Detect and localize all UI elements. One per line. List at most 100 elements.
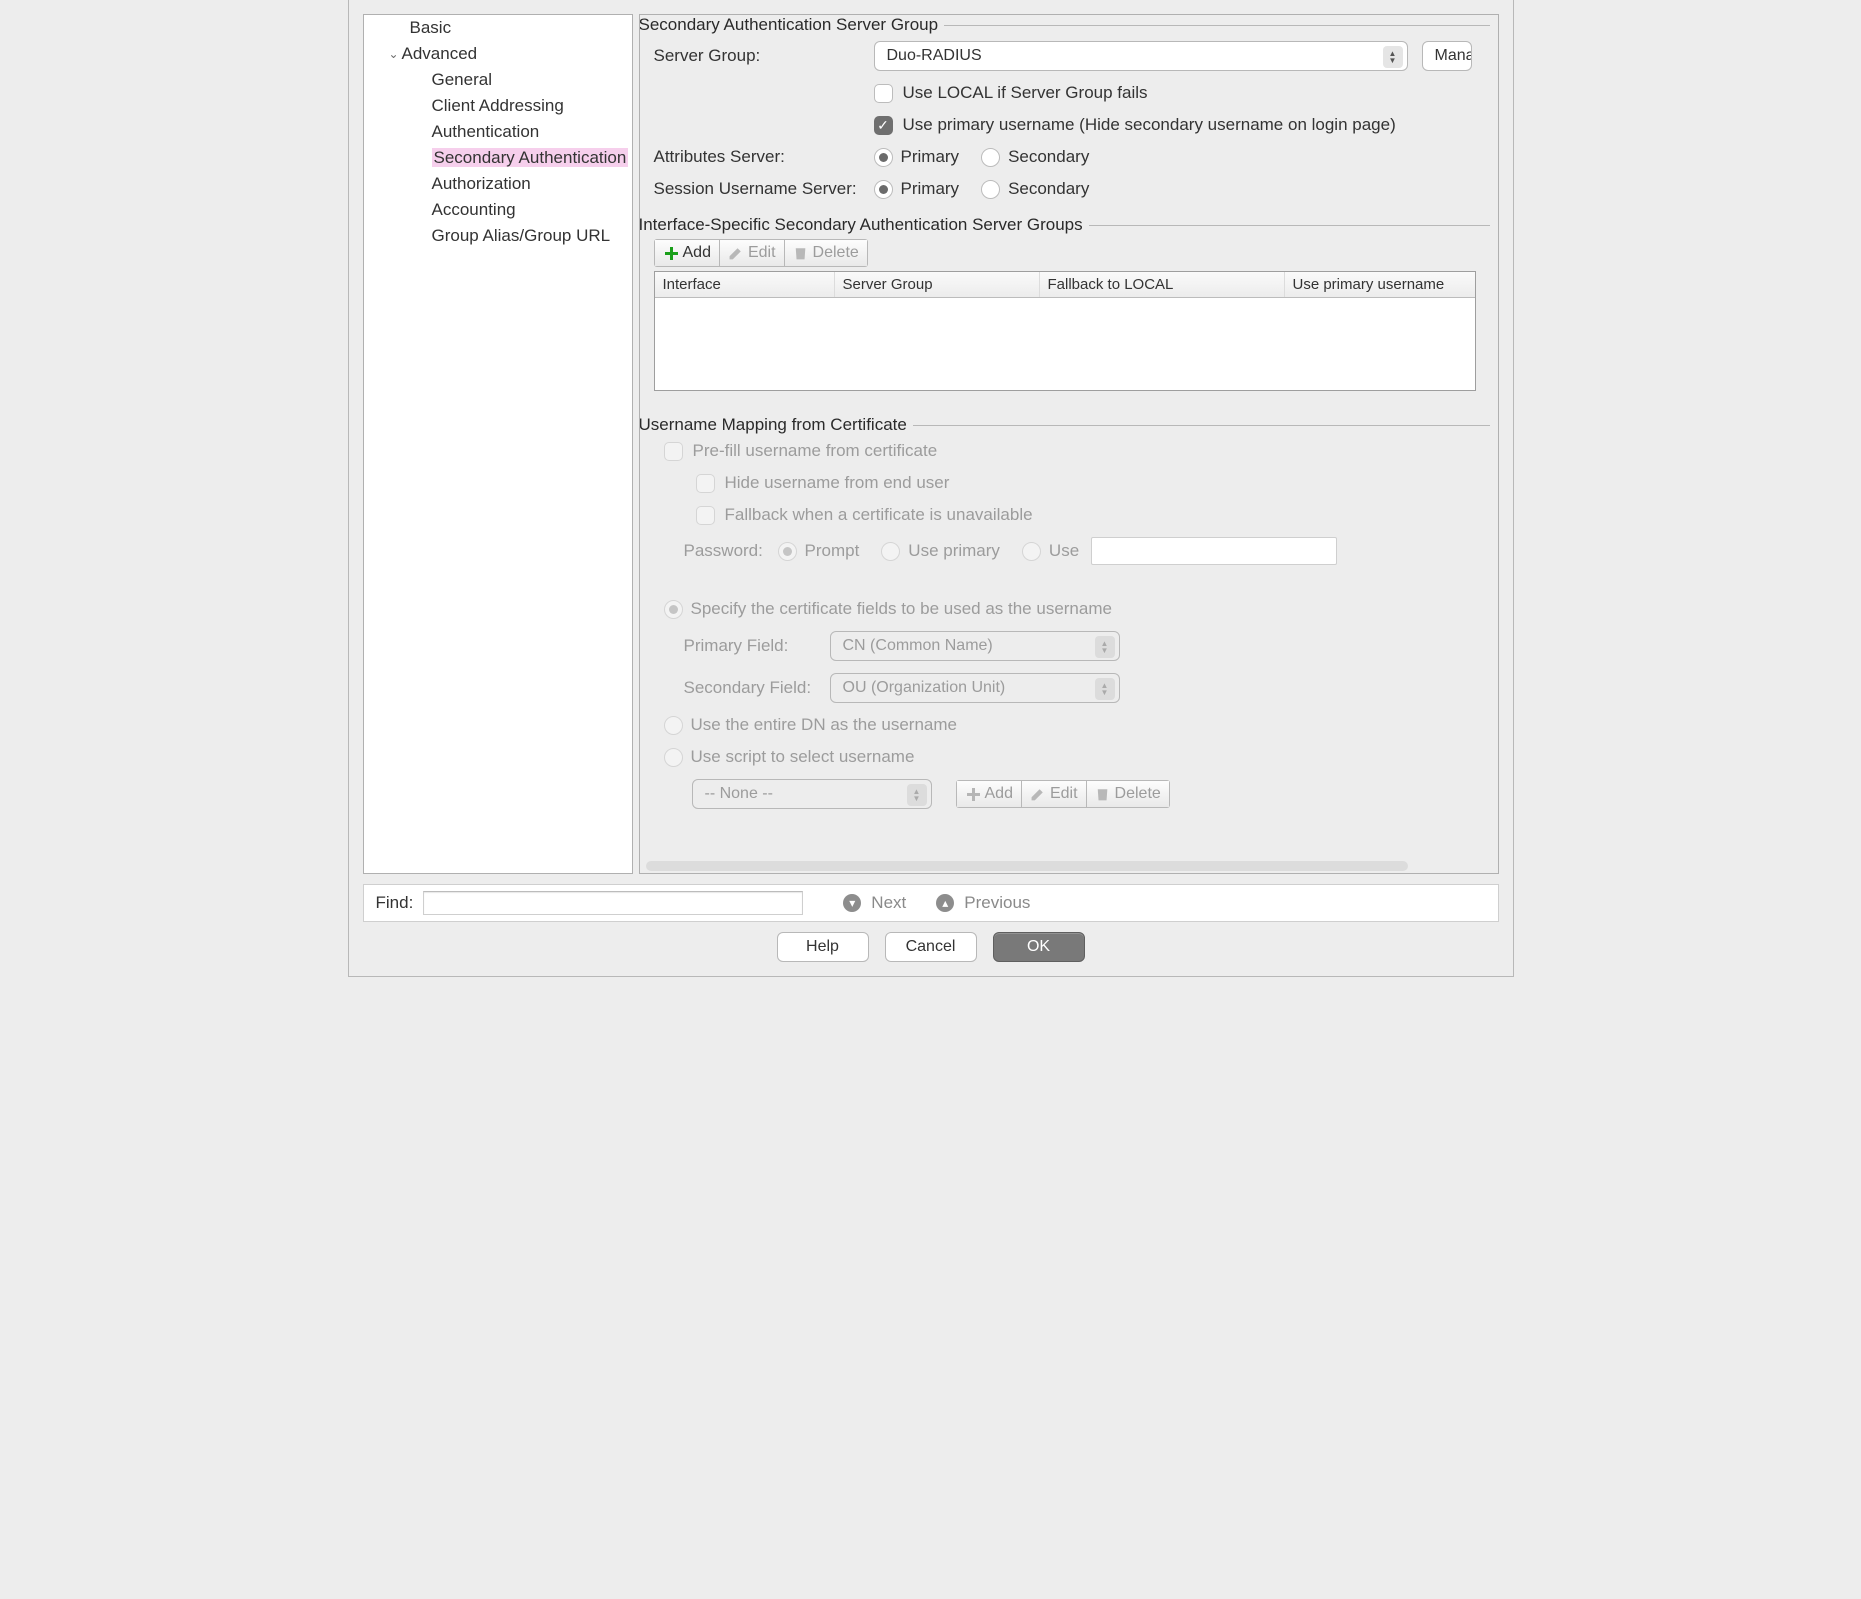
- sidebar-item-group-alias[interactable]: Group Alias/Group URL: [364, 223, 632, 249]
- horizontal-scrollbar[interactable]: [646, 861, 1408, 871]
- cancel-button-label: Cancel: [906, 938, 956, 956]
- sidebar-item-accounting[interactable]: Accounting: [364, 197, 632, 223]
- footer-buttons: Help Cancel OK: [349, 932, 1513, 976]
- trash-icon: [793, 245, 809, 261]
- find-bar: Find: ▾ Next ▴ Previous: [363, 884, 1499, 922]
- use-primary-username-label: Use primary username (Hide secondary use…: [903, 115, 1396, 135]
- ok-button[interactable]: OK: [993, 932, 1085, 962]
- use-local-label: Use LOCAL if Server Group fails: [903, 83, 1148, 103]
- sidebar-item-authorization[interactable]: Authorization: [364, 171, 632, 197]
- edit-button: Edit: [720, 239, 785, 267]
- help-button[interactable]: Help: [777, 932, 869, 962]
- interface-table: Interface Server Group Fallback to LOCAL…: [654, 271, 1476, 391]
- section-title: Username Mapping from Certificate: [639, 415, 913, 435]
- password-prompt-radio: [778, 542, 797, 561]
- script-select-combo: -- None -- ▲▼: [692, 779, 932, 809]
- section-title: Secondary Authentication Server Group: [639, 15, 945, 35]
- interface-toolbar: Add Edit Delete: [654, 239, 868, 267]
- server-group-combo[interactable]: Duo-RADIUS ▲▼: [874, 41, 1408, 71]
- server-group-value: Duo-RADIUS: [887, 47, 982, 65]
- script-delete-button: Delete: [1087, 780, 1170, 808]
- chevron-updown-icon: ▲▼: [1383, 46, 1403, 68]
- password-useprimary-radio: [881, 542, 900, 561]
- script-edit-button: Edit: [1022, 780, 1087, 808]
- primary-field-label: Primary Field:: [684, 636, 830, 656]
- password-use-label: Use: [1049, 541, 1079, 561]
- session-username-secondary-radio[interactable]: [981, 180, 1000, 199]
- col-server-group[interactable]: Server Group: [835, 272, 1040, 297]
- password-use-radio: [1022, 542, 1041, 561]
- chevron-updown-icon: ▲▼: [1095, 678, 1115, 700]
- password-useprimary-label: Use primary: [908, 541, 1000, 561]
- dialog-window: Basic ⌄Advanced General Client Addressin…: [348, 0, 1514, 977]
- col-interface[interactable]: Interface: [655, 272, 835, 297]
- primary-field-value: CN (Common Name): [843, 637, 993, 655]
- script-select-value: -- None --: [705, 785, 773, 803]
- session-username-server-label: Session Username Server:: [654, 179, 874, 199]
- secondary-field-label: Secondary Field:: [684, 678, 830, 698]
- secondary-field-value: OU (Organization Unit): [843, 679, 1006, 697]
- password-prompt-label: Prompt: [805, 541, 860, 561]
- use-dn-label: Use the entire DN as the username: [691, 715, 957, 735]
- previous-label[interactable]: Previous: [964, 893, 1030, 913]
- pencil-icon: [728, 245, 744, 261]
- ok-button-label: OK: [1027, 938, 1050, 956]
- attributes-server-secondary-label: Secondary: [1008, 147, 1089, 167]
- use-script-radio: [664, 748, 683, 767]
- prefill-username-label: Pre-fill username from certificate: [693, 441, 938, 461]
- sidebar-item-general[interactable]: General: [364, 67, 632, 93]
- plus-icon: [965, 786, 981, 802]
- table-body: [655, 298, 1475, 390]
- find-input[interactable]: [423, 891, 803, 915]
- use-local-checkbox[interactable]: [874, 84, 893, 103]
- col-fallback[interactable]: Fallback to LOCAL: [1040, 272, 1285, 297]
- trash-icon: [1095, 786, 1111, 802]
- attributes-server-secondary-radio[interactable]: [981, 148, 1000, 167]
- delete-button: Delete: [785, 239, 868, 267]
- chevron-down-icon: ⌄: [386, 43, 402, 65]
- cancel-button[interactable]: Cancel: [885, 932, 977, 962]
- attributes-server-label: Attributes Server:: [654, 147, 874, 167]
- primary-field-combo: CN (Common Name) ▲▼: [830, 631, 1120, 661]
- secondary-field-combo: OU (Organization Unit) ▲▼: [830, 673, 1120, 703]
- chevron-updown-icon: ▲▼: [907, 784, 927, 806]
- sidebar-item-authentication[interactable]: Authentication: [364, 119, 632, 145]
- col-use-primary[interactable]: Use primary username: [1285, 272, 1475, 297]
- password-label: Password:: [684, 541, 778, 561]
- delete-button-label: Delete: [813, 244, 859, 262]
- session-username-primary-radio[interactable]: [874, 180, 893, 199]
- delete-button-label: Delete: [1115, 785, 1161, 803]
- script-add-button: Add: [956, 780, 1022, 808]
- pencil-icon: [1030, 786, 1046, 802]
- fallback-cert-checkbox: [696, 506, 715, 525]
- sidebar-item-secondary-authentication[interactable]: Secondary Authentication: [364, 145, 632, 171]
- use-dn-radio: [664, 716, 683, 735]
- next-icon[interactable]: ▾: [843, 894, 861, 912]
- session-username-secondary-label: Secondary: [1008, 179, 1089, 199]
- attributes-server-primary-radio[interactable]: [874, 148, 893, 167]
- add-button-label: Add: [683, 244, 711, 262]
- add-button[interactable]: Add: [654, 239, 720, 267]
- edit-button-label: Edit: [1050, 785, 1078, 803]
- add-button-label: Add: [985, 785, 1013, 803]
- plus-icon: [663, 245, 679, 261]
- server-group-label: Server Group:: [654, 46, 874, 66]
- sidebar-item-basic[interactable]: Basic: [364, 15, 632, 41]
- sidebar: Basic ⌄Advanced General Client Addressin…: [363, 14, 633, 874]
- sidebar-item-advanced[interactable]: ⌄Advanced: [364, 41, 632, 67]
- manage-button[interactable]: Manage: [1422, 41, 1472, 71]
- specify-cert-fields-label: Specify the certificate fields to be use…: [691, 599, 1112, 619]
- sidebar-item-client-addressing[interactable]: Client Addressing: [364, 93, 632, 119]
- specify-cert-fields-radio: [664, 600, 683, 619]
- prefill-username-checkbox: [664, 442, 683, 461]
- manage-button-label: Manage: [1435, 47, 1472, 65]
- hide-username-checkbox: [696, 474, 715, 493]
- settings-panel: Secondary Authentication Server Group Se…: [639, 14, 1499, 874]
- use-primary-username-checkbox[interactable]: ✓: [874, 116, 893, 135]
- password-use-input: [1091, 537, 1337, 565]
- session-username-primary-label: Primary: [901, 179, 960, 199]
- next-label[interactable]: Next: [871, 893, 906, 913]
- previous-icon[interactable]: ▴: [936, 894, 954, 912]
- attributes-server-primary-label: Primary: [901, 147, 960, 167]
- find-label: Find:: [376, 893, 414, 913]
